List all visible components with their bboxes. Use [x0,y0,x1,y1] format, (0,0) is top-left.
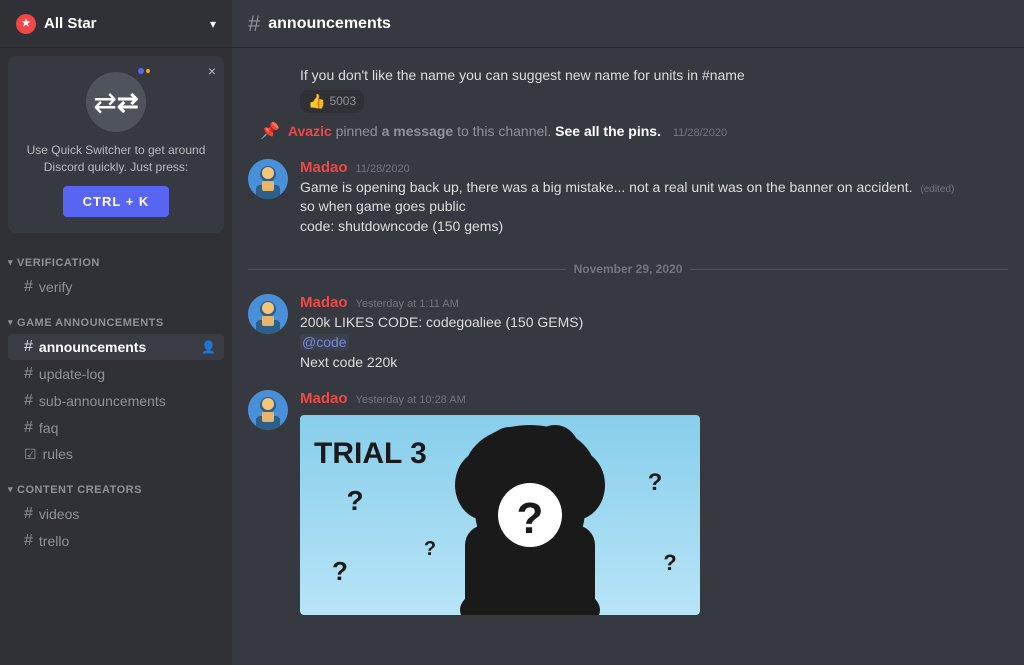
message-text: If you don't like the name you can sugge… [300,66,1008,86]
message-content-madao-3: Madao Yesterday at 10:28 AM [300,390,1008,615]
system-username: Avazic [288,123,332,139]
server-header[interactable]: ★ All Star ▾ [0,0,232,48]
message-continuation-1: If you don't like the name you can sugge… [248,64,1008,115]
message-text-200k: 200k LIKES CODE: codegoaliee (150 GEMS) [300,313,1008,333]
checkbox-icon: ☑ [24,446,37,463]
message-content: If you don't like the name you can sugge… [300,66,1008,113]
member-icon: 👤 [201,340,216,354]
svg-text:?: ? [332,556,348,586]
svg-text:?: ? [517,494,544,543]
message-header-2: Madao Yesterday at 1:11 AM [300,294,1008,311]
messages-area: If you don't like the name you can sugge… [232,48,1024,665]
username-madao-2: Madao [300,294,348,311]
reaction-emoji: 👍 [308,93,325,110]
channel-header-name: announcements [268,15,391,33]
message-text: Game is opening back up, there was a big… [300,178,1008,198]
message-header: Madao 11/28/2020 [300,159,1008,176]
message-text-3: code: shutdowncode (150 gems) [300,217,1008,237]
message-header-3: Madao Yesterday at 10:28 AM [300,390,1008,407]
date-divider: November 29, 2020 [248,262,1008,276]
close-icon[interactable]: × [208,64,216,78]
server-icon: ★ [16,14,36,34]
channel-header: # announcements [232,0,1024,48]
avatar-madao-3 [248,390,288,430]
sidebar-item-trello[interactable]: # trello [8,528,224,554]
hash-icon: # [24,505,33,523]
sidebar-item-announcements[interactable]: # announcements 👤 [8,334,224,360]
main-content: # announcements If you don't like the na… [232,0,1024,665]
see-pins-link[interactable]: See all the pins. [555,123,661,139]
channel-name-rules: rules [43,446,216,462]
server-name: ★ All Star [16,14,97,34]
username-madao: Madao [300,159,348,176]
message-content-madao-1: Madao 11/28/2020 Game is opening back up… [300,159,1008,237]
channel-name-verify: verify [39,279,216,295]
channel-name-announcements: announcements [39,339,201,355]
trial-image-embed: ? ? ? ? ? ? [300,415,700,615]
svg-text:?: ? [663,550,676,575]
svg-text:?: ? [648,469,663,496]
mention: @code [300,334,349,350]
pin-icon: 📌 [260,121,280,141]
hash-icon: # [24,338,33,356]
timestamp: 11/28/2020 [356,163,410,175]
message-text-mention: @code [300,333,1008,353]
date-label: November 29, 2020 [574,262,683,276]
reaction[interactable]: 👍 5003 [300,90,364,113]
sidebar-item-update-log[interactable]: # update-log [8,361,224,387]
hash-icon: # [24,365,33,383]
quick-switcher-panel: × ⇄ Use Quick Switcher to get aroundDisc… [8,56,224,233]
message-content-madao-2: Madao Yesterday at 1:11 AM 200k LIKES CO… [300,294,1008,372]
channel-name-videos: videos [39,506,216,522]
avatar-madao [248,159,288,199]
section-game-announcements[interactable]: ▾ GAME ANNOUNCEMENTS [0,301,232,333]
channel-header-hash-icon: # [248,11,260,37]
chevron-down-icon: ▾ [210,17,216,31]
system-text: Avazic pinned a message to this channel.… [288,123,727,139]
timestamp-2: Yesterday at 1:11 AM [356,298,459,310]
quick-switcher-shortcut[interactable]: CTRL + K [63,186,170,217]
svg-text:TRIAL 3: TRIAL 3 [314,437,427,470]
sidebar-item-rules[interactable]: ☑ rules [8,442,224,467]
timestamp-3: Yesterday at 10:28 AM [356,394,466,406]
message-group-madao-1: Madao 11/28/2020 Game is opening back up… [248,155,1008,241]
reaction-count: 5003 [329,94,356,108]
section-chevron-icon: ▾ [8,257,13,268]
svg-text:?: ? [346,485,363,516]
hash-icon: # [24,278,33,296]
hash-icon: # [24,532,33,550]
section-verification[interactable]: ▾ VERIFICATION [0,241,232,273]
username-madao-3: Madao [300,390,348,407]
message-text-2: so when game goes public [300,197,1008,217]
avatar-madao-2 [248,294,288,334]
channel-name-trello: trello [39,533,216,549]
section-content-creators[interactable]: ▾ CONTENT CREATORS [0,468,232,500]
svg-text:?: ? [424,538,436,560]
channel-name-faq: faq [39,420,216,436]
section-chevron-icon: ▾ [8,317,13,328]
sidebar-item-videos[interactable]: # videos [8,501,224,527]
section-chevron-icon: ▾ [8,484,13,495]
channel-name-sub-announcements: sub-announcements [39,393,216,409]
sidebar-item-faq[interactable]: # faq [8,415,224,441]
quick-switcher-description: Use Quick Switcher to get aroundDiscord … [24,142,208,176]
trial-3-svg: ? ? ? ? ? ? [300,415,700,615]
channel-list: ▾ VERIFICATION # verify ▾ GAME ANNOUNCEM… [0,241,232,665]
sidebar-item-sub-announcements[interactable]: # sub-announcements [8,388,224,414]
channel-name-update-log: update-log [39,366,216,382]
message-group-madao-2: Madao Yesterday at 1:11 AM 200k LIKES CO… [248,290,1008,376]
hash-icon: # [24,419,33,437]
switcher-arrows-icon: ⇄ [86,72,146,132]
message-text-next: Next code 220k [300,353,1008,373]
edited-tag: (edited) [920,184,954,195]
system-message-pin: 📌 Avazic pinned a message to this channe… [248,117,1008,145]
message-group-madao-3: Madao Yesterday at 10:28 AM [248,386,1008,619]
hash-icon: # [24,392,33,410]
sidebar-item-verify[interactable]: # verify [8,274,224,300]
sidebar: ★ All Star ▾ × ⇄ Use Quick Switcher to g… [0,0,232,665]
